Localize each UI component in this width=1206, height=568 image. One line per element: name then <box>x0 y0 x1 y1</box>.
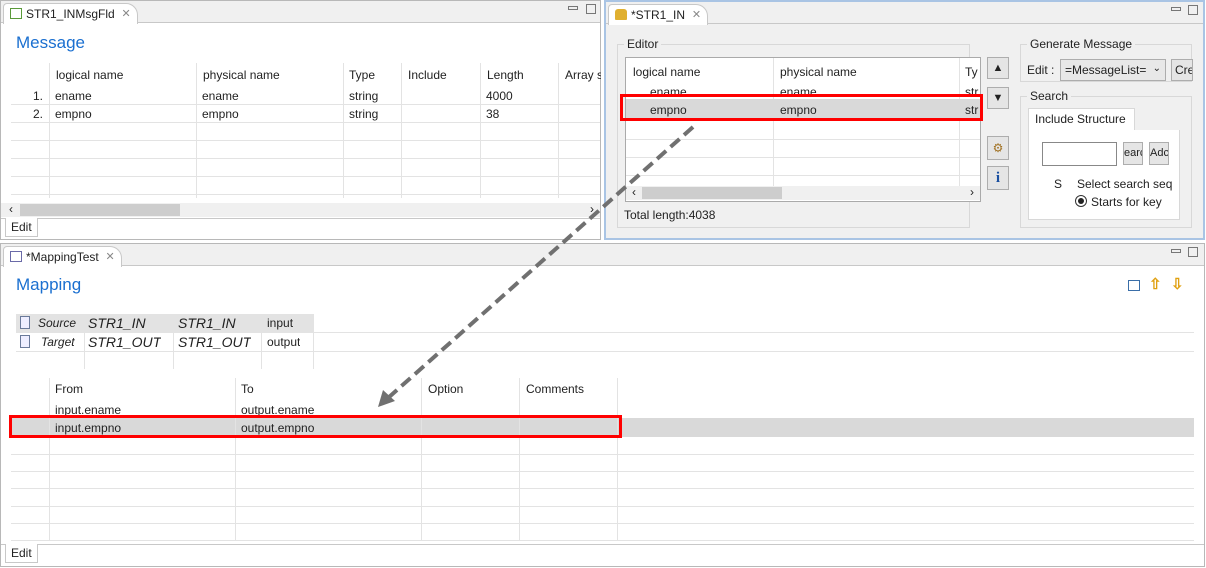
dashed-arrow-line <box>386 125 695 400</box>
drag-arrow <box>378 125 695 407</box>
